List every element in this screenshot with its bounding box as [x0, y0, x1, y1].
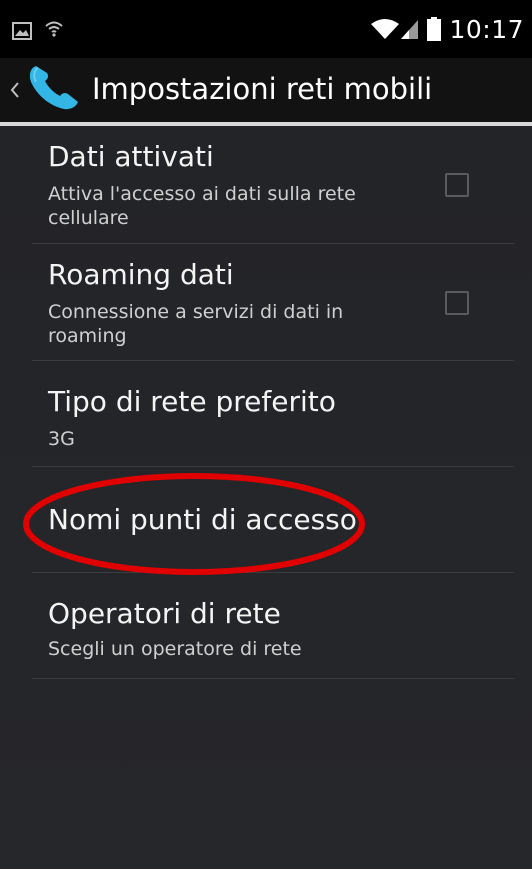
- pref-summary: 3G: [48, 428, 75, 450]
- wifi-icon: [45, 21, 63, 37]
- pref-summary: Connessione a servizi di dati in roaming: [48, 301, 344, 347]
- pref-title: Operatori di rete: [48, 597, 281, 630]
- pref-title: Tipo di rete preferito: [48, 385, 336, 418]
- pref-summary: Scegli un operatore di rete: [48, 638, 302, 660]
- page-title: Impostazioni reti mobili: [92, 72, 433, 106]
- pref-tipo-rete[interactable]: Tipo di rete preferito 3G: [0, 361, 532, 467]
- pref-summary: Attiva l'accesso ai dati sulla rete cell…: [48, 183, 356, 229]
- status-bar: 10:17: [0, 0, 532, 58]
- wifi-signal-icon: [371, 19, 400, 39]
- pref-operatori-rete[interactable]: Operatori di rete Scegli un operatore di…: [0, 573, 532, 679]
- pref-nomi-punti-accesso[interactable]: Nomi punti di accesso: [0, 467, 532, 573]
- clock: 10:17: [449, 14, 524, 44]
- pref-dati-attivati[interactable]: Dati attivati Attiva l'accesso ai dati s…: [0, 126, 532, 242]
- phone-icon[interactable]: [24, 62, 86, 112]
- pref-roaming-dati[interactable]: Roaming dati Connessione a servizi di da…: [0, 244, 532, 360]
- image-notification-icon: [12, 22, 32, 40]
- settings-screen: 10:17 Impostazioni reti mobili Dati atti…: [0, 0, 532, 869]
- battery-icon: [427, 17, 442, 41]
- cell-signal-icon: [401, 20, 419, 39]
- roaming-dati-checkbox[interactable]: [445, 291, 469, 315]
- divider: [32, 678, 514, 679]
- pref-title: Nomi punti di accesso: [48, 503, 357, 536]
- pref-title: Dati attivati: [48, 140, 214, 173]
- pref-title: Roaming dati: [48, 258, 234, 291]
- status-icons: 10:17: [370, 14, 524, 44]
- dati-attivati-checkbox[interactable]: [445, 173, 469, 197]
- chevron-left-icon[interactable]: [10, 81, 20, 99]
